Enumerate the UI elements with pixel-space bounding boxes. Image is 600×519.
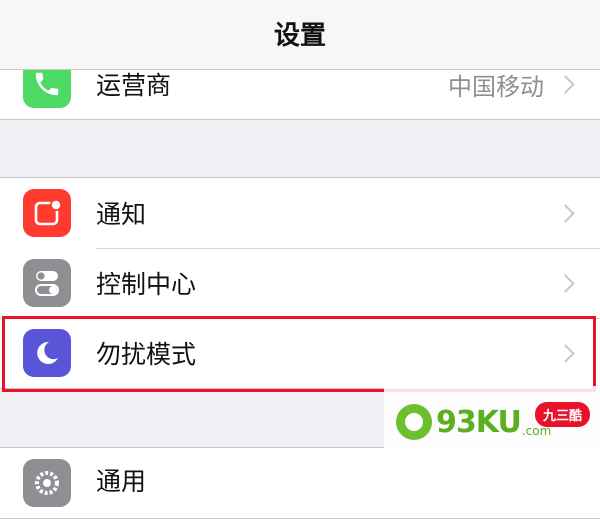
watermark-badge: 九三酷 [534,402,590,427]
moon-icon [23,329,71,377]
notification-icon [23,189,71,237]
settings-row-general[interactable]: 通用 [0,448,600,518]
settings-row-label: 运营商 [96,71,172,100]
settings-row-label: 控制中心 [96,270,197,299]
watermark-text: 93KU [436,404,522,440]
settings-row-label: 通知 [96,200,147,229]
chevron-right-icon [556,273,575,293]
settings-group-main: 通知 控制中心 勿扰模式 [0,177,600,389]
chevron-right-icon [556,343,575,363]
settings-row-do-not-disturb[interactable]: 勿扰模式 [0,318,600,388]
navigation-bar: 设置 [0,0,600,70]
settings-row-label: 通用 [96,467,147,496]
chevron-right-icon [556,74,575,94]
gear-icon [23,459,71,507]
carrier-value: 中国移动 [448,72,544,101]
watermark: 93KU .com 九三酷 [384,386,600,458]
toggles-icon [23,259,71,307]
chevron-right-icon [556,203,575,223]
page-title: 设置 [273,21,326,51]
settings-row-notifications[interactable]: 通知 [0,178,600,248]
settings-row-label: 勿扰模式 [96,340,197,369]
settings-row-control-center[interactable]: 控制中心 [0,248,600,318]
watermark-logo-icon [396,404,432,440]
